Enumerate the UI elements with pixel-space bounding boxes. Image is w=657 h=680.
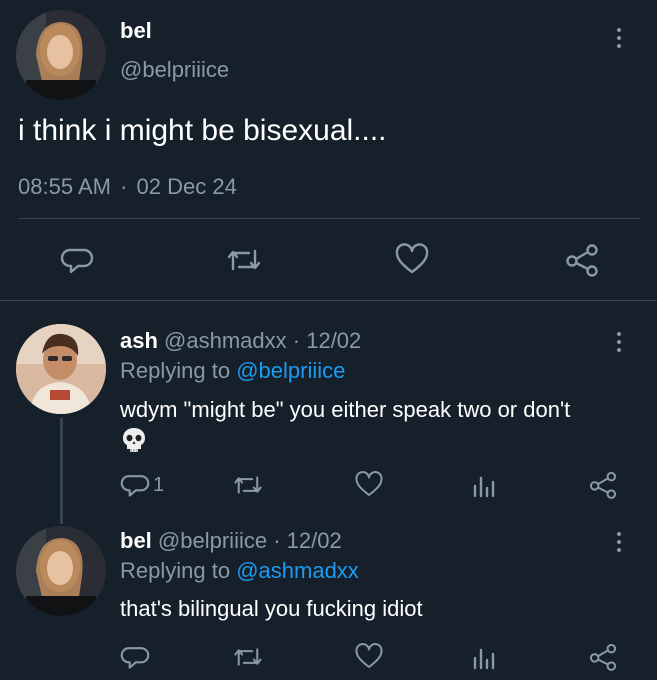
retweet-icon[interactable] xyxy=(232,470,264,500)
like-icon[interactable] xyxy=(394,243,430,277)
thread-line xyxy=(60,418,63,524)
author-name[interactable]: bel xyxy=(120,18,152,44)
share-icon[interactable] xyxy=(588,642,618,672)
tweet-date: 02 Dec 24 xyxy=(136,174,237,199)
replying-handle-link[interactable]: @ashmadxx xyxy=(236,558,359,583)
replying-to: Replying to @ashmadxx xyxy=(120,558,359,584)
views-icon[interactable] xyxy=(472,470,496,500)
tweet-timestamp: 08:55 AM · 02 Dec 24 xyxy=(18,174,237,200)
reply-header: ash @ashmadxx · 12/02 xyxy=(120,328,361,354)
retweet-icon[interactable] xyxy=(225,243,263,277)
author-handle[interactable]: @belpriiice xyxy=(120,57,229,83)
reply-date: · 12/02 xyxy=(273,528,342,553)
more-options-icon[interactable] xyxy=(617,532,621,552)
reply-icon[interactable] xyxy=(60,243,94,277)
retweet-icon[interactable] xyxy=(232,642,264,672)
reply-text: that's bilingual you fucking idiot xyxy=(120,596,423,621)
avatar[interactable] xyxy=(16,10,106,100)
replying-to: Replying to @belpriiice xyxy=(120,358,345,384)
tweet-text: i think i might be bisexual.... xyxy=(18,114,387,147)
author-handle[interactable]: @belpriiice xyxy=(158,528,267,553)
replying-label: Replying to xyxy=(120,558,231,583)
reply-icon[interactable] xyxy=(120,470,150,500)
avatar[interactable] xyxy=(16,526,106,616)
reply-icon[interactable] xyxy=(120,642,150,672)
replying-handle-link[interactable]: @belpriiice xyxy=(236,358,345,383)
reply-text: wdym "might be" you either speak two or … xyxy=(120,397,571,422)
more-options-icon[interactable] xyxy=(617,332,621,352)
divider xyxy=(0,300,657,301)
author-handle[interactable]: @ashmadxx xyxy=(164,328,287,353)
timestamp-separator: · xyxy=(120,174,128,199)
reply-count: 1 xyxy=(153,474,165,496)
author-name[interactable]: ash xyxy=(120,328,158,353)
views-icon[interactable] xyxy=(472,642,496,672)
replying-label: Replying to xyxy=(120,358,231,383)
skull-emoji xyxy=(120,426,148,459)
like-icon[interactable] xyxy=(354,470,384,500)
divider xyxy=(18,218,640,219)
reply-header: bel @belpriiice · 12/02 xyxy=(120,528,342,554)
more-options-icon[interactable] xyxy=(617,28,621,48)
like-icon[interactable] xyxy=(354,642,384,672)
author-name[interactable]: bel xyxy=(120,528,152,553)
reply-date: · 12/02 xyxy=(292,328,362,353)
avatar[interactable] xyxy=(16,324,106,414)
share-icon[interactable] xyxy=(564,243,600,277)
share-icon[interactable] xyxy=(588,470,618,500)
tweet-time: 08:55 AM xyxy=(18,174,111,199)
